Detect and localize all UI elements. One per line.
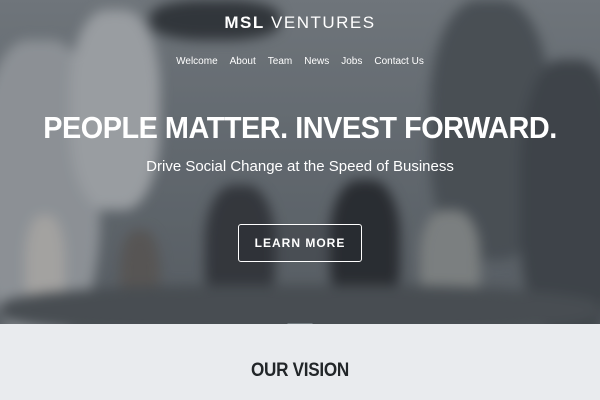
vision-title: OUR VISION — [250, 360, 350, 381]
nav-item-welcome[interactable]: Welcome — [176, 56, 218, 67]
learn-more-button[interactable]: LEARN MORE — [238, 224, 362, 262]
nav-item-team[interactable]: Team — [268, 56, 292, 67]
main-nav: Welcome About Team News Jobs Contact Us — [0, 56, 600, 67]
hero-section: MSL VENTURES Welcome About Team News Job… — [0, 0, 600, 324]
site-logo[interactable]: MSL VENTURES — [0, 13, 600, 33]
nav-item-news[interactable]: News — [304, 56, 329, 67]
logo-part-ventures: VENTURES — [271, 13, 376, 32]
nav-item-about[interactable]: About — [230, 56, 256, 67]
nav-item-jobs[interactable]: Jobs — [341, 56, 362, 67]
nav-item-contact-us[interactable]: Contact Us — [374, 56, 423, 67]
vision-section: OUR VISION — [0, 324, 600, 400]
hero-headline: PEOPLE MATTER. INVEST FORWARD. — [43, 110, 557, 145]
logo-part-msl: MSL — [224, 13, 265, 32]
hero-subheadline: Drive Social Change at the Speed of Busi… — [146, 158, 454, 175]
